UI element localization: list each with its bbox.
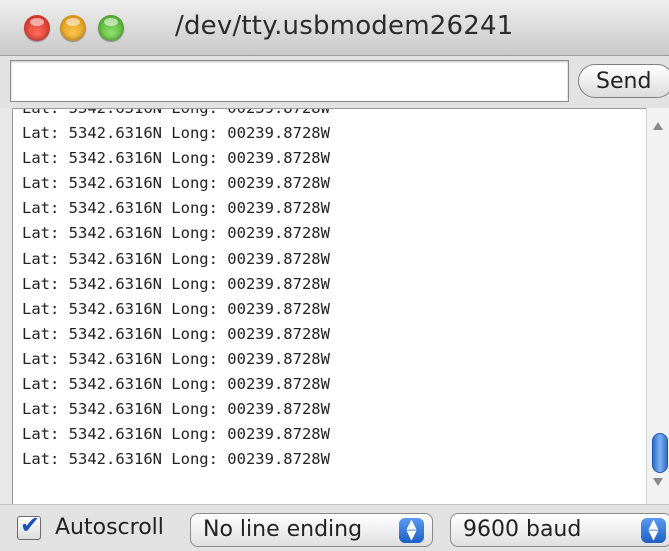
serial-send-input[interactable] bbox=[10, 60, 569, 102]
serial-output-line: Lat: 5342.6316N Long: 00239.8728W bbox=[22, 108, 330, 117]
serial-output-line: Lat: 5342.6316N Long: 00239.8728W bbox=[22, 324, 330, 343]
serial-output-line: Lat: 5342.6316N Long: 00239.8728W bbox=[22, 274, 330, 293]
window-title: /dev/tty.usbmodem26241 bbox=[175, 11, 514, 41]
baud-rate-select[interactable]: 9600 baud ▲ ▼ bbox=[450, 513, 669, 547]
vertical-scrollbar[interactable] bbox=[646, 108, 669, 504]
zoom-window-button[interactable] bbox=[98, 15, 124, 41]
serial-output-line: Lat: 5342.6316N Long: 00239.8728W bbox=[22, 425, 330, 444]
close-window-button[interactable] bbox=[24, 15, 50, 41]
updown-arrows-icon: ▲ ▼ bbox=[641, 518, 666, 543]
minimize-window-button[interactable] bbox=[60, 15, 86, 41]
checkmark-icon: ✔ bbox=[20, 511, 41, 539]
autoscroll-checkbox[interactable]: ✔ bbox=[17, 511, 41, 540]
scroll-down-arrow-icon[interactable] bbox=[653, 478, 663, 486]
serial-output-line: Lat: 5342.6316N Long: 00239.8728W bbox=[22, 249, 330, 268]
serial-output-line: Lat: 5342.6316N Long: 00239.8728W bbox=[22, 450, 330, 469]
serial-output-area[interactable]: Lat: 5342.6316N Long: 00239.8728W Lat: 53… bbox=[12, 108, 669, 504]
send-toolbar: Send bbox=[0, 56, 669, 108]
scroll-up-arrow-icon[interactable] bbox=[653, 122, 663, 130]
serial-output-line: Lat: 5342.6316N Long: 00239.8728W bbox=[22, 174, 330, 193]
serial-output-line: Lat: 5342.6316N Long: 00239.8728W bbox=[22, 375, 330, 394]
title-bar: /dev/tty.usbmodem26241 bbox=[0, 0, 669, 56]
line-ending-value: No line ending bbox=[203, 517, 363, 542]
line-ending-select[interactable]: No line ending ▲ ▼ bbox=[190, 513, 433, 547]
serial-output-line: Lat: 5342.6316N Long: 00239.8728W bbox=[22, 400, 330, 419]
scrollbar-thumb[interactable] bbox=[652, 433, 668, 473]
baud-rate-value: 9600 baud bbox=[463, 517, 582, 542]
serial-output-line: Lat: 5342.6316N Long: 00239.8728W bbox=[22, 199, 330, 218]
serial-output-line: Lat: 5342.6316N Long: 00239.8728W bbox=[22, 149, 330, 168]
autoscroll-label: Autoscroll bbox=[55, 515, 164, 540]
serial-output-line: Lat: 5342.6316N Long: 00239.8728W bbox=[22, 299, 330, 318]
updown-arrows-icon: ▲ ▼ bbox=[399, 518, 424, 543]
serial-output-line: Lat: 5342.6316N Long: 00239.8728W bbox=[22, 349, 330, 368]
footer-bar: ✔ Autoscroll No line ending ▲ ▼ 9600 baud… bbox=[0, 504, 669, 551]
send-button[interactable]: Send bbox=[578, 64, 669, 98]
serial-output-line: Lat: 5342.6316N Long: 00239.8728W bbox=[22, 224, 330, 243]
serial-output-line: Lat: 5342.6316N Long: 00239.8728W bbox=[22, 124, 330, 143]
serial-output-lines: Lat: 5342.6316N Long: 00239.8728W Lat: 53… bbox=[22, 108, 642, 472]
